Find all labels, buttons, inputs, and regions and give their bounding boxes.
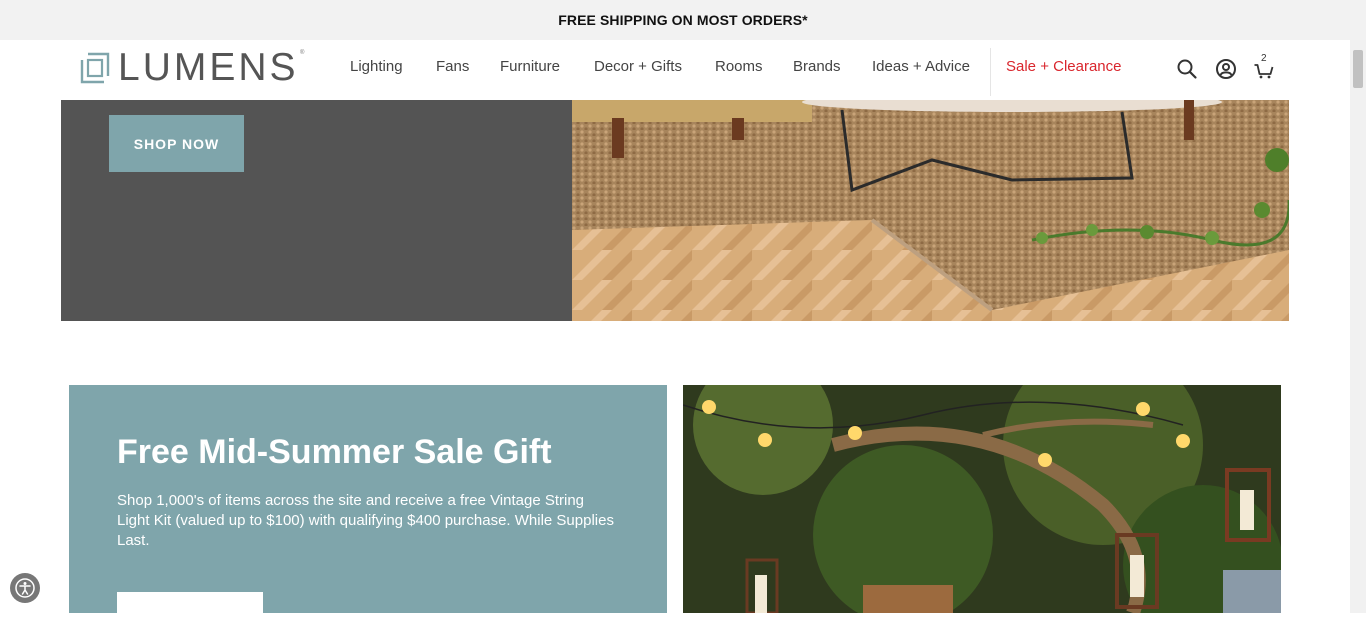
nav-rooms[interactable]: Rooms <box>715 58 763 75</box>
site-header: LUMENS ® Lighting Fans Furniture Decor +… <box>0 40 1350 100</box>
promo-title: Free Mid-Summer Sale Gift <box>117 433 552 471</box>
nav-lighting[interactable]: Lighting <box>350 58 403 75</box>
main-navigation: Lighting Fans Furniture Decor + Gifts Ro… <box>0 40 1350 100</box>
garden-lights-image[interactable] <box>683 385 1281 613</box>
promo-description: Shop 1,000's of items across the site an… <box>117 492 614 549</box>
cart-count-badge: 2 <box>1261 53 1267 64</box>
promo-banner-text: FREE SHIPPING ON MOST ORDERS* <box>558 12 808 28</box>
nav-sale-clearance[interactable]: Sale + Clearance <box>1006 58 1122 75</box>
nav-decor-gifts[interactable]: Decor + Gifts <box>594 58 682 75</box>
shop-now-button[interactable]: SHOP NOW <box>109 115 244 172</box>
cart-icon[interactable]: 2 <box>1253 53 1275 80</box>
promo-cta-button[interactable] <box>117 592 263 622</box>
accessibility-icon[interactable] <box>10 573 40 603</box>
summer-sale-promo: Free Mid-Summer Sale Gift Shop 1,000's o… <box>69 385 667 622</box>
nav-brands[interactable]: Brands <box>793 58 841 75</box>
nav-fans[interactable]: Fans <box>436 58 469 75</box>
hero-rug-image[interactable] <box>572 100 1289 321</box>
promo-banner: FREE SHIPPING ON MOST ORDERS* <box>0 0 1366 40</box>
search-icon[interactable] <box>1176 58 1198 80</box>
hero-banner: SHOP NOW <box>61 100 1289 321</box>
account-icon[interactable] <box>1215 58 1237 80</box>
hero-text-panel: SHOP NOW <box>61 100 572 321</box>
scrollbar-thumb[interactable] <box>1353 50 1363 88</box>
nav-furniture[interactable]: Furniture <box>500 58 560 75</box>
page-scrollbar[interactable] <box>1350 40 1366 613</box>
nav-ideas-advice[interactable]: Ideas + Advice <box>872 58 970 75</box>
nav-divider <box>990 48 991 96</box>
